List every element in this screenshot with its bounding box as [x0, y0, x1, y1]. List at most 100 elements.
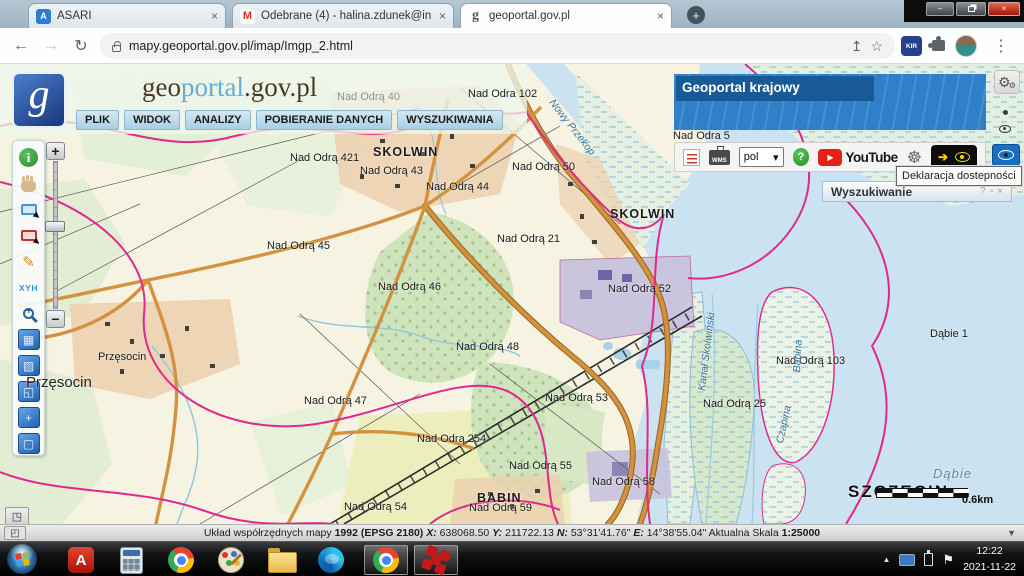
tray-expand-icon[interactable]: ▲	[882, 555, 890, 564]
tray-network-icon[interactable]	[899, 554, 915, 566]
wheel-icon[interactable]: ☸	[907, 149, 922, 166]
zoom-slider-handle[interactable]	[45, 221, 65, 232]
browser-tab-strip: A ASARI × M Odebrane (4) - halina.zdunek…	[0, 0, 1024, 28]
taskbar-calculator[interactable]	[112, 545, 150, 575]
start-button[interactable]	[7, 544, 37, 574]
select-red-rect-icon	[21, 230, 37, 241]
zoom-in-button[interactable]: +	[46, 142, 65, 160]
taskbar-chrome[interactable]	[162, 545, 200, 575]
panel-maximize-icon[interactable]: ▫	[990, 186, 994, 197]
clock-date: 2021-11-22	[963, 561, 1016, 573]
profile-avatar[interactable]	[955, 35, 977, 57]
zoom-out-box-button[interactable]: ▧	[17, 354, 41, 377]
statusbar-caret-icon[interactable]: ▼	[1007, 528, 1016, 538]
menu-item-analizy[interactable]: ANALIZY	[185, 110, 251, 130]
pan-arrows-icon: +	[18, 407, 40, 428]
acrobat-icon: A	[68, 547, 94, 573]
taskbar-explorer[interactable]	[262, 545, 300, 575]
browser-tab-geoportal[interactable]: g geoportal.gov.pl ×	[460, 3, 672, 28]
language-select[interactable]: pol▾	[739, 147, 784, 167]
bookmark-star-icon[interactable]: ☆	[870, 38, 883, 55]
dot-indicator	[1003, 110, 1008, 115]
lock-icon	[112, 45, 121, 52]
taskbar-acrobat[interactable]: A	[62, 545, 100, 575]
scale-bar	[876, 488, 968, 498]
full-extent-button[interactable]: ▢	[17, 432, 41, 455]
eye-indicator-icon[interactable]	[999, 125, 1011, 133]
panel-help-icon[interactable]: ?	[980, 186, 986, 197]
contrast-eye-icon	[955, 152, 970, 162]
search-panel-title: Wyszukiwanie	[831, 185, 976, 199]
back-button[interactable]: ←	[8, 28, 34, 64]
select-rectangle-button[interactable]	[17, 198, 41, 221]
tab-close-icon[interactable]: ×	[657, 10, 664, 22]
overview-map-button[interactable]: ◳	[5, 507, 29, 524]
flag-yellow	[23, 559, 30, 566]
pan-tool-button[interactable]	[17, 172, 41, 195]
draw-tool-button[interactable]: ✎	[17, 250, 41, 273]
gmail-favicon: M	[240, 9, 255, 24]
system-tray: ▲ ⚑ 12:222021-11-22	[882, 542, 1024, 576]
geoportal-logo[interactable]: g	[12, 72, 66, 128]
tray-power-icon[interactable]	[924, 553, 933, 566]
window-minimize-button[interactable]: –	[926, 2, 954, 16]
statusbar-run: 1:25000	[782, 527, 821, 539]
url-text[interactable]: mapy.geoportal.gov.pl/imap/Imgp_2.html	[129, 39, 843, 53]
wms-icon[interactable]: WMS	[709, 150, 730, 165]
desktop-screen: A ASARI × M Odebrane (4) - halina.zdunek…	[0, 0, 1024, 576]
statusbar-run: E:	[633, 527, 644, 539]
browser-tab-asari[interactable]: A ASARI ×	[28, 3, 226, 28]
panel-close-icon[interactable]: ×	[997, 186, 1003, 197]
reload-button[interactable]: ↻	[68, 28, 94, 64]
settings-gear-button[interactable]: ⚙⚙	[994, 70, 1020, 94]
menu-item-widok[interactable]: WIDOK	[124, 110, 180, 130]
zoom-out-box-icon: ▧	[18, 355, 40, 376]
youtube-play-icon: ▶	[818, 149, 842, 166]
zoom-box-icon: ▦	[18, 329, 40, 350]
forward-button[interactable]: →	[38, 28, 64, 64]
zoom-out-button[interactable]: −	[46, 310, 65, 328]
browser-tab-gmail[interactable]: M Odebrane (4) - halina.zdunek@in ×	[232, 3, 454, 28]
legend-icon[interactable]	[683, 149, 700, 166]
xyh-coordinates-button[interactable]: XYH	[17, 276, 41, 299]
identify-tool-button[interactable]: i	[17, 146, 41, 169]
select-rect-icon	[21, 204, 37, 215]
banner-title: Geoportal krajowy	[682, 80, 800, 95]
taskbar-red-app[interactable]	[414, 545, 458, 575]
visibility-button[interactable]	[992, 144, 1020, 166]
new-tab-button[interactable]: +	[687, 6, 705, 24]
statusbar-run: 1992 (EPSG 2180)	[335, 527, 424, 539]
previous-extent-button[interactable]: ◱	[17, 380, 41, 403]
tab-close-icon[interactable]: ×	[439, 10, 446, 22]
menu-item-pobieranie-danych[interactable]: POBIERANIE DANYCH	[256, 110, 393, 130]
extensions-puzzle-icon[interactable]	[932, 40, 945, 51]
pan-arrows-button[interactable]: +	[17, 406, 41, 429]
kir-extension-icon[interactable]: KIR	[901, 36, 922, 56]
menu-item-plik[interactable]: PLIK	[76, 110, 119, 130]
help-button[interactable]: ?	[793, 148, 810, 166]
flag-red	[15, 553, 22, 560]
select-red-rectangle-button[interactable]	[17, 224, 41, 247]
zoom-tool-button[interactable]	[17, 302, 41, 325]
zoom-slider-track[interactable]	[53, 161, 58, 309]
extent-icon: ◱	[18, 381, 40, 402]
geoportal-banner: Geoportal krajowy	[674, 74, 986, 130]
statusbar-corner-button[interactable]: ◰	[4, 526, 26, 540]
youtube-button[interactable]: ▶YouTube	[818, 149, 897, 166]
menu-item-wyszukiwania[interactable]: WYSZUKIWANIA	[397, 110, 502, 130]
window-restore-button[interactable]	[956, 2, 986, 16]
address-bar[interactable]: mapy.geoportal.gov.pl/imap/Imgp_2.html ↥…	[100, 33, 895, 59]
taskbar-paint[interactable]	[212, 545, 250, 575]
taskbar-clock[interactable]: 12:222021-11-22	[963, 544, 1016, 574]
map-viewport: g geoportal.gov.pl PLIK WIDOK ANALIZY PO…	[0, 64, 1024, 524]
statusbar-run: 211722.13	[502, 527, 557, 539]
zoom-in-box-button[interactable]: ▦	[17, 328, 41, 351]
magnifier-icon	[23, 308, 34, 319]
taskbar-chrome-active[interactable]	[364, 545, 408, 575]
taskbar-edge[interactable]	[312, 545, 350, 575]
tray-action-center-icon[interactable]: ⚑	[942, 552, 954, 568]
browser-menu-icon[interactable]: ⋮	[988, 28, 1014, 64]
window-close-button[interactable]: ×	[988, 2, 1020, 16]
share-icon[interactable]: ↥	[851, 38, 863, 55]
tab-close-icon[interactable]: ×	[211, 10, 218, 22]
